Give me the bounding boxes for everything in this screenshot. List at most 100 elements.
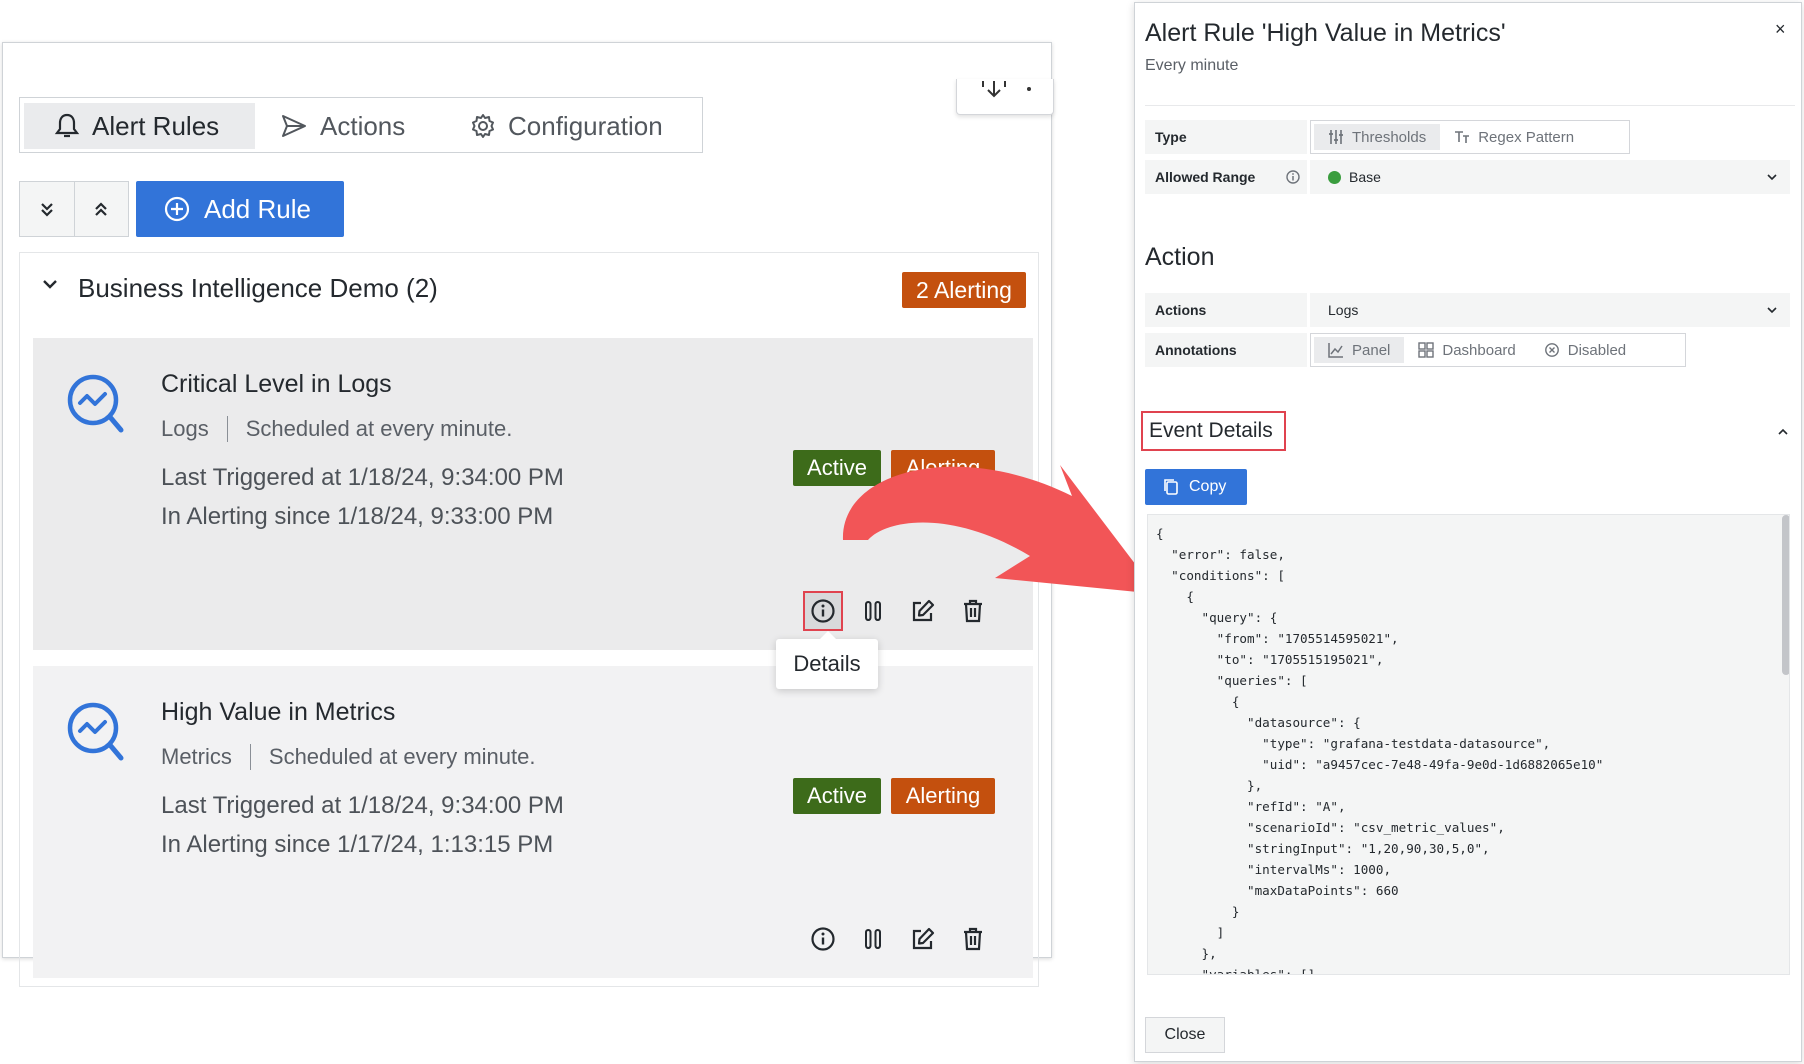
actions-label: Actions [1145,293,1307,327]
rule-source: Metrics [161,744,232,769]
add-rule-button[interactable]: Add Rule [136,181,344,237]
chevron-up-icon[interactable] [1777,427,1789,437]
option-label: Disabled [1567,341,1627,359]
sliders-icon [1329,130,1343,144]
chevron-down-icon[interactable] [42,279,58,291]
code-content: { "error": false, "conditions": [ { "que… [1156,526,1604,975]
type-radio-group: Thresholds Regex Pattern [1310,120,1630,154]
chevron-down-icon [1767,307,1777,314]
expand-collapse-group [19,181,129,237]
type-option-regex[interactable]: Regex Pattern [1440,124,1588,150]
color-dot [1328,170,1341,184]
trash-icon [964,927,982,951]
annotations-label: Annotations [1145,333,1307,367]
option-label: Thresholds [1352,128,1427,146]
rule-subtitle: Logs Scheduled at every minute. [161,416,512,442]
pause-icon [865,929,881,949]
type-label-text: Type [1155,129,1187,145]
tab-alert-rules[interactable]: Alert Rules [24,103,255,149]
allowed-range-value: Base [1349,169,1381,185]
alert-search-icon [67,374,124,433]
rule-alerting-since: In Alerting since 1/17/24, 1:13:15 PM [161,831,554,858]
tab-configuration[interactable]: Configuration [470,103,700,149]
actions-label-text: Actions [1155,302,1207,318]
chevron-double-down-icon [41,203,53,217]
more-dot-icon[interactable] [1027,87,1031,91]
drawer-title: Alert Rule 'High Value in Metrics' [1145,19,1506,47]
rule-last-triggered: Last Triggered at 1/18/24, 9:34:00 PM [161,464,564,491]
edit-icon [912,927,935,950]
annotation-option-disabled[interactable]: Disabled [1530,337,1640,363]
actions-select[interactable]: Logs [1310,293,1790,327]
rule-title[interactable]: Critical Level in Logs [161,370,392,399]
status-badge-active: Active [793,778,881,814]
scrollbar[interactable] [1782,515,1789,675]
status-badge-alerting: Alerting [891,450,995,486]
rule-card: Critical Level in Logs Logs Scheduled at… [33,338,1033,650]
dashboard-grid-icon [1418,342,1435,358]
copy-label: Copy [1189,478,1227,495]
type-option-thresholds[interactable]: Thresholds [1314,124,1441,150]
delete-button[interactable] [953,919,993,959]
annotation-option-dashboard[interactable]: Dashboard [1404,337,1529,363]
edit-button[interactable] [903,591,943,631]
rule-last-triggered: Last Triggered at 1/18/24, 9:34:00 PM [161,792,564,819]
send-icon [282,115,306,137]
download-icon[interactable] [979,81,1009,101]
allowed-range-label: Allowed Range [1145,160,1307,194]
copy-button[interactable]: Copy [1145,469,1247,505]
rule-alerting-since: In Alerting since 1/18/24, 9:33:00 PM [161,503,554,530]
rule-group-header[interactable]: Business Intelligence Demo (2) 2 Alertin… [20,253,1040,333]
close-icon[interactable]: × [1775,19,1786,40]
tab-label: Alert Rules [92,110,220,141]
option-label: Panel [1352,341,1391,359]
chart-line-icon [1328,343,1343,358]
rule-group-title: Business Intelligence Demo (2) [78,273,438,303]
details-button[interactable] [803,919,843,959]
annotations-label-text: Annotations [1155,342,1237,358]
edit-button[interactable] [903,919,943,959]
rule-schedule: Scheduled at every minute. [245,416,513,441]
pause-button[interactable] [853,591,893,631]
divider [1145,105,1795,106]
panel-corner-menu[interactable] [956,79,1054,115]
details-tooltip: Details [776,631,878,689]
pause-icon [865,601,881,621]
edit-icon [912,599,935,622]
rule-schedule: Scheduled at every minute. [268,744,536,769]
trash-icon [964,599,982,623]
rule-details-drawer: Alert Rule 'High Value in Metrics' Every… [1134,2,1802,1062]
rule-actions [803,919,1013,959]
tab-actions[interactable]: Actions [280,103,440,149]
tab-label: Configuration [508,110,663,141]
collapse-all-button[interactable] [73,182,128,236]
rule-title[interactable]: High Value in Metrics [161,698,395,727]
delete-button[interactable] [953,591,993,631]
close-button[interactable]: Close [1145,1017,1225,1053]
times-circle-icon [1544,343,1559,357]
action-heading: Action [1145,243,1215,271]
copy-icon [1164,479,1178,495]
text-type-icon [1455,131,1470,143]
status-badge-alerting: Alerting [891,778,995,814]
actions-value: Logs [1328,302,1359,318]
allowed-range-select[interactable]: Base [1310,160,1790,194]
info-icon[interactable] [1285,169,1301,185]
annotation-option-panel[interactable]: Panel [1314,337,1405,363]
event-details-code[interactable]: { "error": false, "conditions": [ { "que… [1147,514,1790,975]
status-badge-active: Active [793,450,881,486]
expand-all-button[interactable] [20,182,74,236]
separator [226,416,228,442]
tab-label: Actions [320,110,406,141]
event-details-heading[interactable]: Event Details [1141,411,1286,451]
allowed-range-label-text: Allowed Range [1155,169,1256,185]
rule-card: High Value in Metrics Metrics Scheduled … [33,666,1033,978]
rule-subtitle: Metrics Scheduled at every minute. [161,744,536,770]
group-alerting-badge: 2 Alerting [902,272,1026,308]
add-rule-label: Add Rule [204,193,311,224]
rule-actions [803,591,1013,631]
details-button[interactable] [803,591,843,631]
pause-button[interactable] [853,919,893,959]
drawer-subtitle: Every minute [1145,57,1239,74]
gear-icon [472,114,494,138]
